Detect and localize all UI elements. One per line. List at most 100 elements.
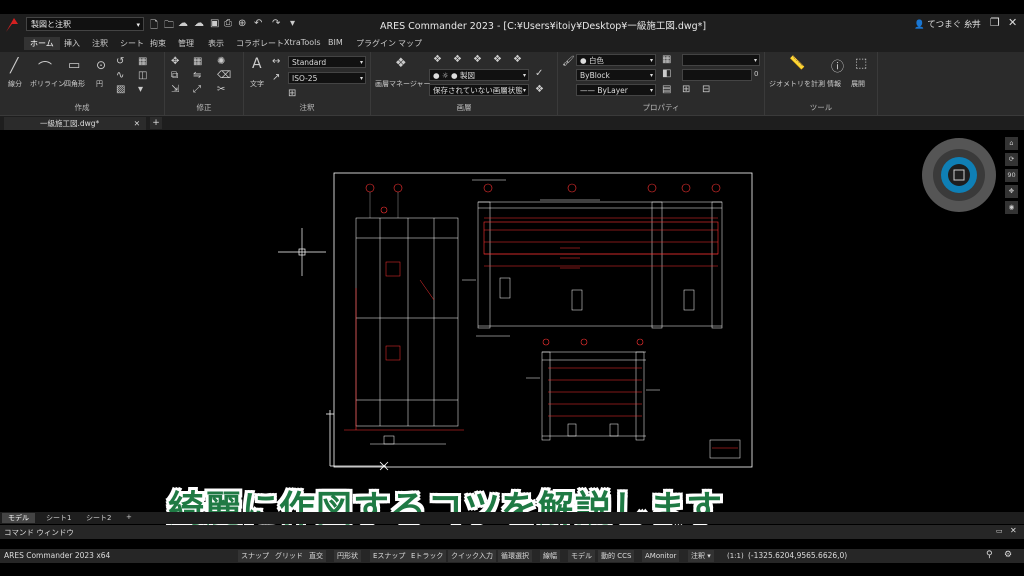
info-icon[interactable]: ⓘ	[831, 56, 844, 75]
measure-label[interactable]: ジオメトリを計測	[769, 79, 825, 89]
tab-annotate[interactable]: 注釈	[92, 38, 108, 49]
properties-panel-icon[interactable]: ⊟	[702, 84, 710, 95]
line-icon[interactable]: ╱	[10, 58, 18, 74]
drawing-canvas[interactable]	[0, 130, 1024, 510]
layout-tab-sheet2[interactable]: シート2	[80, 513, 117, 523]
tab-manage[interactable]: 管理	[178, 38, 194, 49]
tab-constraints[interactable]: 拘束	[150, 38, 166, 49]
navigation-wheel[interactable]	[921, 137, 997, 213]
polar-toggle[interactable]: 円形状	[334, 550, 361, 562]
lineweight-toggle[interactable]: 線幅	[540, 550, 560, 562]
quick-properties-icon[interactable]: ⊞	[682, 84, 690, 95]
layout-tab-sheet1[interactable]: シート1	[40, 513, 77, 523]
color-combo[interactable]: ● 白色 ▾	[576, 54, 656, 66]
lineweight-combo[interactable]: —— ByLayer ▾	[576, 84, 656, 96]
rectangle-icon[interactable]: ▭	[68, 58, 80, 73]
tab-bim[interactable]: BIM	[328, 38, 343, 47]
polyline-label[interactable]: ポリライン	[30, 79, 65, 89]
expand-icon[interactable]: ⬚	[855, 56, 867, 71]
print-icon[interactable]: ⎙	[224, 18, 232, 29]
maximize-icon[interactable]: ❐	[990, 16, 1000, 29]
minimize-icon[interactable]: ─	[972, 16, 979, 29]
match-layer-icon[interactable]: ✓	[535, 68, 543, 79]
circle-icon[interactable]: ⊙	[96, 58, 106, 72]
layer-off-icon[interactable]: ❖	[513, 54, 522, 65]
user-account[interactable]: 👤 てつまぐ 糸井	[914, 18, 981, 30]
dynamic-ccs-toggle[interactable]: 動的 CCS	[598, 550, 635, 562]
tab-home[interactable]: ホーム	[24, 37, 60, 50]
add-layout-icon[interactable]: +	[120, 513, 138, 521]
location-icon[interactable]: ⚲	[986, 550, 993, 560]
layer-walk-icon[interactable]: ❖	[535, 84, 544, 95]
copy-icon[interactable]: ⧉	[171, 70, 178, 81]
undo-icon[interactable]: ↶	[254, 18, 262, 29]
tab-insert[interactable]: 挿入	[64, 38, 80, 49]
gradient-icon[interactable]: ▨	[116, 84, 125, 95]
settings-icon[interactable]: ⚙	[1004, 550, 1012, 560]
region-icon[interactable]: ◫	[138, 70, 147, 81]
esnap-toggle[interactable]: Eスナップ	[370, 550, 409, 562]
trim-icon[interactable]: ✂	[217, 84, 225, 95]
new-tab-icon[interactable]: +	[150, 117, 162, 129]
cloud-save-icon[interactable]: ☁	[194, 18, 204, 29]
pin-icon[interactable]: ▭	[996, 527, 1003, 535]
cycle-select-toggle[interactable]: 循環選択	[498, 550, 532, 562]
layer-state-combo[interactable]: 保存されていない画層状態 ▾	[429, 84, 529, 96]
table-icon[interactable]: ⊞	[288, 88, 296, 99]
document-tab[interactable]: 一級施工図.dwg* ✕	[4, 117, 146, 130]
line-label[interactable]: 線分	[8, 79, 22, 89]
mirror-icon[interactable]: ⇋	[193, 70, 201, 81]
tab-sheet[interactable]: シート	[120, 38, 144, 49]
etrack-toggle[interactable]: Eトラック	[408, 550, 447, 562]
tab-xtratools[interactable]: XtraTools	[284, 38, 321, 47]
close-icon[interactable]: ✕	[1010, 526, 1017, 535]
annotation-toggle[interactable]: 注釈 ▾	[688, 550, 714, 562]
grid-toggle[interactable]: グリッド	[272, 550, 306, 562]
layer-manager-icon[interactable]: ❖	[395, 56, 407, 71]
dimension-style-combo[interactable]: ISO-25 ▾	[288, 72, 366, 84]
quick-input-toggle[interactable]: クイック入力	[448, 550, 496, 562]
scale-icon[interactable]: ⤢	[193, 84, 201, 95]
plot-style-combo[interactable]: ▾	[682, 54, 760, 66]
walk-icon[interactable]: ◉	[1005, 201, 1018, 214]
open-file-icon[interactable]: 🗀	[164, 18, 174, 35]
polyline-icon[interactable]: ⌒	[38, 58, 52, 78]
close-icon[interactable]: ✕	[1008, 16, 1017, 29]
linetype-combo[interactable]: ByBlock ▾	[576, 69, 656, 81]
print-style-icon[interactable]: ▦	[662, 54, 671, 65]
match-properties-icon[interactable]: 🖌	[562, 56, 575, 67]
erase-icon[interactable]: ⌫	[217, 70, 231, 81]
annotation-scale[interactable]: (1:1)	[724, 550, 747, 562]
text-label[interactable]: 文字	[250, 79, 264, 89]
tab-view[interactable]: 表示	[208, 38, 224, 49]
text-icon[interactable]: A	[252, 56, 262, 72]
transparency-icon[interactable]: ◧	[662, 68, 671, 79]
list-icon[interactable]: ▤	[662, 84, 671, 95]
array-icon[interactable]: ▦	[193, 56, 202, 67]
layer-lock-icon[interactable]: ❖	[493, 54, 502, 65]
orbit-icon[interactable]: ⟳	[1005, 153, 1018, 166]
tab-map[interactable]: マップ	[398, 38, 422, 49]
snap-toggle[interactable]: スナップ	[238, 550, 272, 562]
cloud-open-icon[interactable]: ☁	[178, 18, 188, 29]
stretch-icon[interactable]: ⇲	[171, 84, 179, 95]
amonitor-toggle[interactable]: AMonitor	[642, 550, 680, 562]
hatch-icon[interactable]: ▦	[138, 56, 147, 67]
arc-icon[interactable]: ↺	[116, 56, 124, 67]
zoom-level[interactable]: 90	[1005, 169, 1018, 182]
layout-tab-model[interactable]: モデル	[2, 513, 35, 523]
home-view-icon[interactable]: ⌂	[1005, 137, 1018, 150]
current-layer-combo[interactable]: ● ☼ ● 製図 ▾	[429, 69, 529, 81]
command-input[interactable]	[0, 539, 1024, 548]
save-icon[interactable]: ▣	[210, 18, 219, 29]
info-label[interactable]: 情報	[827, 79, 841, 89]
rectangle-label[interactable]: 四角形	[64, 79, 85, 89]
model-toggle[interactable]: モデル	[568, 550, 595, 562]
layer-isolate-icon[interactable]: ❖	[453, 54, 462, 65]
redo-icon[interactable]: ↷	[272, 18, 280, 29]
leader-icon[interactable]: ↗	[272, 72, 280, 83]
pan-icon[interactable]: ✥	[1005, 185, 1018, 198]
tab-plugins[interactable]: プラグイン	[356, 38, 396, 49]
move-icon[interactable]: ✥	[171, 56, 179, 67]
new-file-icon[interactable]: 🗋	[150, 18, 158, 35]
